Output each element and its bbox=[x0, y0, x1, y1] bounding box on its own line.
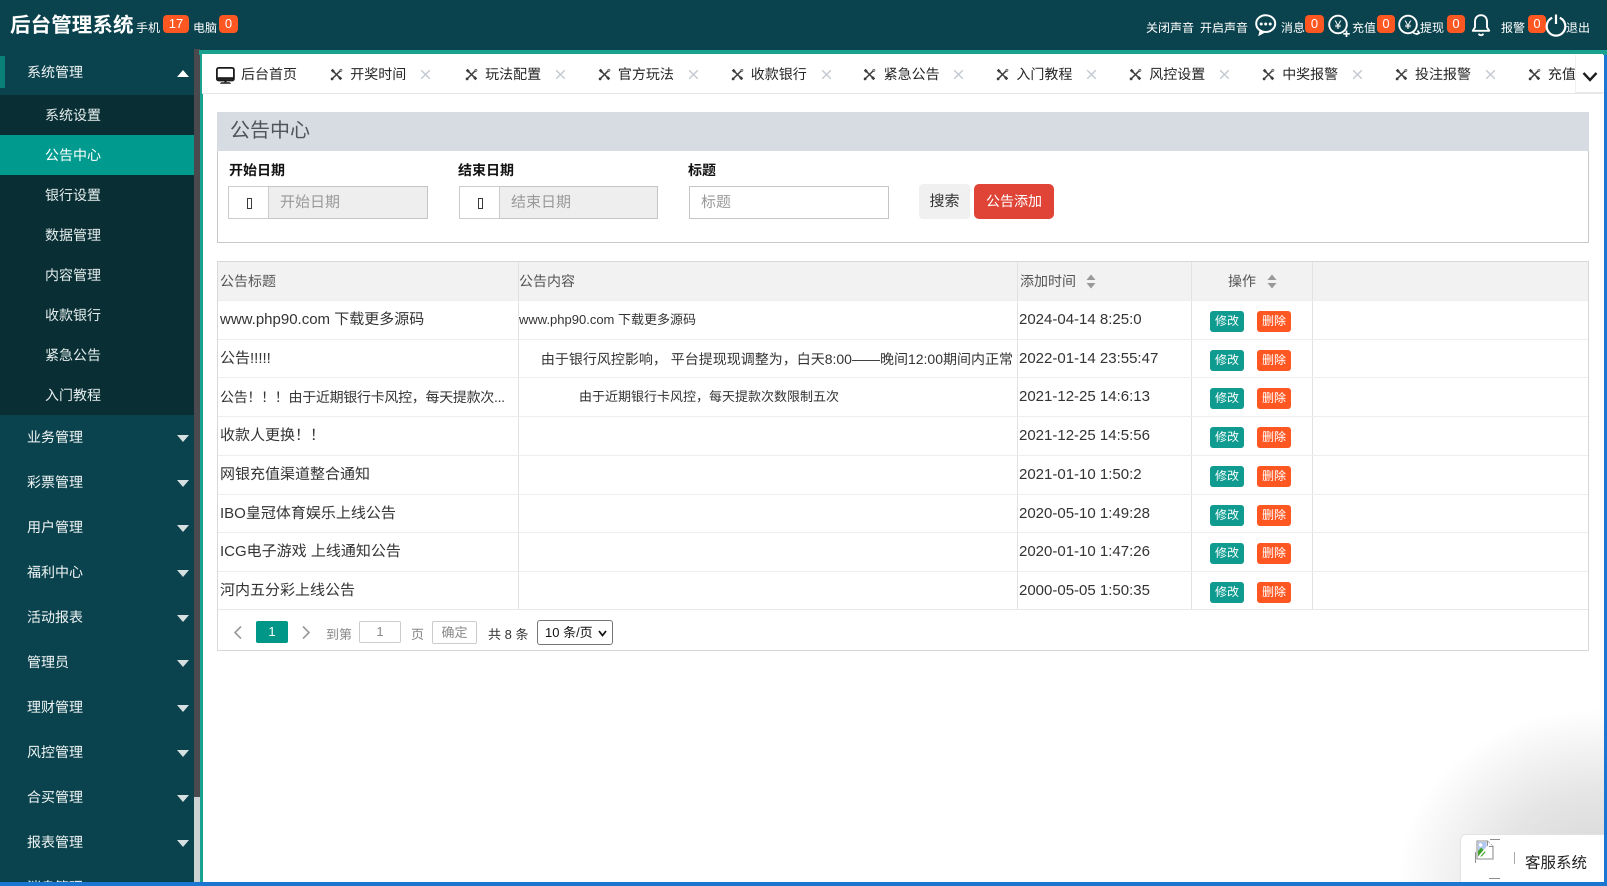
svg-text:¥: ¥ bbox=[1404, 18, 1412, 32]
svg-text:¥: ¥ bbox=[1334, 18, 1342, 32]
